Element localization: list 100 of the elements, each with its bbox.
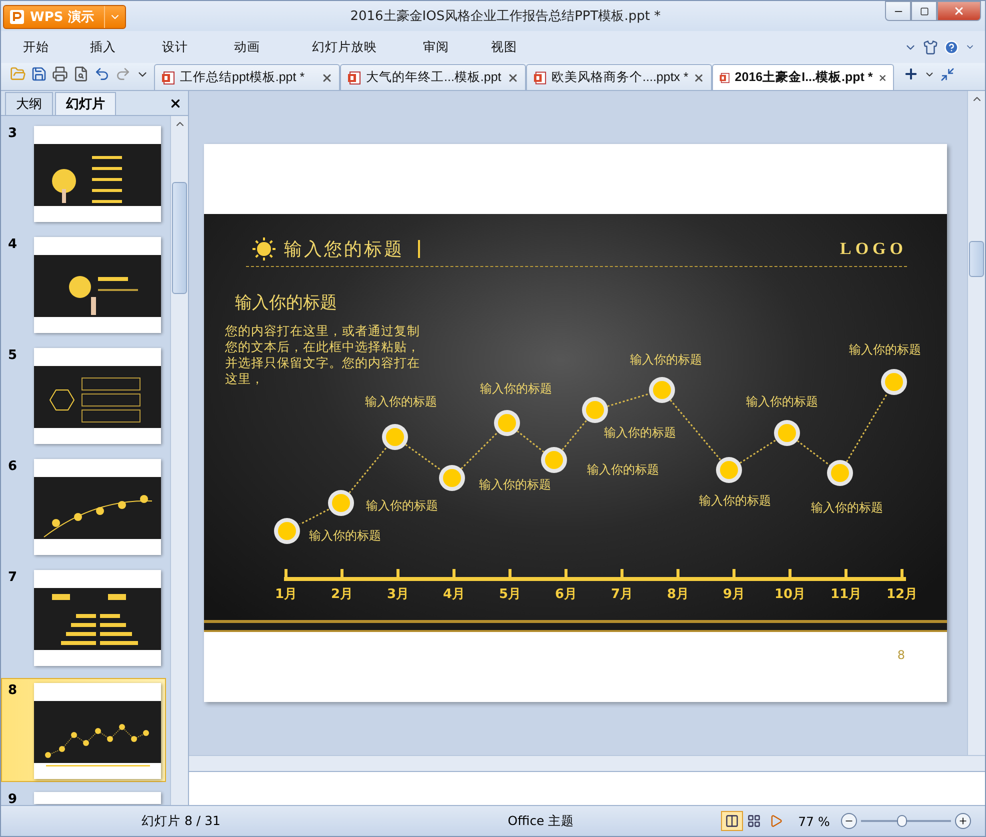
print-preview-icon[interactable] [72, 65, 90, 83]
point-label: 输入你的标题 [604, 424, 676, 442]
grid-view-icon [747, 814, 761, 828]
slide-thumbnail[interactable] [34, 792, 161, 804]
presentation-file-icon [347, 70, 361, 84]
timeline-node [439, 465, 465, 491]
month-label: 5月 [498, 586, 522, 603]
point-label: 输入你的标题 [849, 342, 921, 358]
document-tab[interactable]: 大气的年终工...模板.ppt [340, 64, 526, 90]
slide-thumbnail[interactable] [34, 237, 161, 333]
month-label: 8月 [666, 586, 690, 603]
month-label: 10月 [774, 586, 806, 603]
undo-icon[interactable] [93, 65, 111, 83]
point-label: 输入你的标题 [630, 352, 702, 368]
slide-number: 6 [8, 459, 18, 474]
point-label: 输入你的标题 [480, 380, 552, 398]
zoom-out-button[interactable] [841, 813, 857, 829]
point-label: 输入你的标题 [366, 498, 438, 514]
document-tab[interactable]: 欧美风格商务个....pptx * [526, 64, 712, 90]
month-label: 6月 [554, 586, 578, 603]
zoom-in-button[interactable] [955, 813, 971, 829]
slide-thumbnail[interactable] [34, 126, 161, 222]
panel-tab[interactable]: 大纲 [5, 92, 53, 115]
point-label: 输入你的标题 [365, 394, 437, 410]
save-icon[interactable] [30, 65, 48, 83]
menu-item[interactable]: 开始 [23, 38, 49, 56]
point-label: 输入你的标题 [699, 492, 771, 510]
month-label: 1月 [274, 586, 298, 603]
menu-item[interactable]: 动画 [234, 38, 260, 56]
month-label: 9月 [722, 586, 746, 603]
timeline-node [774, 420, 800, 446]
close-icon [953, 5, 965, 17]
presentation-file-icon [161, 70, 175, 84]
month-label: 4月 [442, 586, 466, 603]
timeline-node [274, 518, 300, 544]
slide-heading: 输入您的标题 [284, 238, 404, 261]
slideshow-icon [769, 814, 783, 828]
month-label: 11月 [830, 586, 862, 603]
slide-thumbnail[interactable] [34, 683, 161, 779]
month-label: 2月 [330, 586, 354, 603]
timeline-node [716, 457, 742, 483]
slide-count: 幻灯片 8 / 31 [140, 812, 222, 830]
slide-number: 4 [8, 237, 18, 252]
window-title: 2016土豪金IOS风格企业工作报告总结PPT模板.ppt * [349, 8, 662, 25]
document-tab[interactable]: 工作总结ppt模板.ppt * [154, 64, 340, 90]
view-button[interactable] [721, 811, 743, 831]
slide-number: 8 [8, 683, 18, 698]
slide-number: 7 [8, 570, 18, 585]
restore-button[interactable] [911, 1, 937, 21]
timeline-node [649, 377, 675, 403]
timeline-node [827, 460, 853, 486]
restore-icon [920, 6, 928, 16]
month-label: 12月 [886, 586, 918, 603]
point-label: 输入你的标题 [587, 462, 659, 478]
scroll-thumb[interactable] [969, 241, 984, 277]
timeline-node [541, 447, 567, 473]
app-logo-icon [10, 10, 24, 24]
zoom-percent: 77 % [797, 814, 831, 828]
selected-slide-highlight[interactable]: 8 [1, 678, 166, 782]
point-label: 输入你的标题 [811, 500, 883, 516]
close-icon [693, 72, 705, 84]
slide-number: 9 [8, 792, 18, 805]
normal-view-icon [725, 814, 739, 828]
menu-item[interactable]: 审阅 [423, 38, 449, 56]
menu-item[interactable]: 视图 [491, 38, 517, 56]
skin-icon [923, 40, 938, 54]
close-icon [169, 96, 182, 110]
close-icon [507, 72, 519, 84]
scroll-thumb[interactable] [172, 182, 187, 294]
document-tab[interactable]: 2016土豪金I...模板.ppt * [712, 64, 894, 90]
point-label: 输入你的标题 [746, 394, 818, 410]
sun-icon [252, 237, 276, 261]
page-number: 8 [897, 648, 905, 662]
plus-icon [958, 816, 968, 826]
content-text: 您的内容打在这里，或者通过复制您的文本后，在此框中选择粘贴，并选择只保留文字。您的内容打在这里， [225, 323, 421, 387]
point-label: 输入你的标题 [309, 528, 381, 544]
month-label: 3月 [386, 586, 410, 603]
menu-item[interactable]: 插入 [90, 38, 116, 56]
timeline-node [881, 369, 907, 395]
timeline-node [494, 410, 520, 436]
slide-number: 5 [8, 348, 18, 363]
presentation-file-icon [719, 70, 730, 84]
timeline-node [382, 424, 408, 450]
print-icon[interactable] [51, 65, 69, 83]
help-icon [944, 40, 959, 54]
timeline-node [582, 397, 608, 423]
logo-text: LOGO [840, 239, 907, 259]
slide-thumbnail[interactable] [34, 348, 161, 444]
slide-thumbnail[interactable] [34, 459, 161, 555]
menu-item[interactable]: 设计 [162, 38, 188, 56]
slide-number: 3 [8, 126, 18, 141]
menu-item[interactable]: 幻灯片放映 [312, 38, 377, 56]
panel-tab[interactable]: 幻灯片 [55, 92, 116, 115]
point-label: 输入你的标题 [479, 476, 551, 494]
slide-thumbnail[interactable] [34, 570, 161, 666]
window-list-icon[interactable] [939, 66, 956, 82]
zoom-slider-thumb[interactable] [896, 815, 906, 827]
content-title: 输入你的标题 [235, 292, 338, 314]
month-label: 7月 [610, 586, 634, 603]
close-icon [321, 72, 333, 84]
